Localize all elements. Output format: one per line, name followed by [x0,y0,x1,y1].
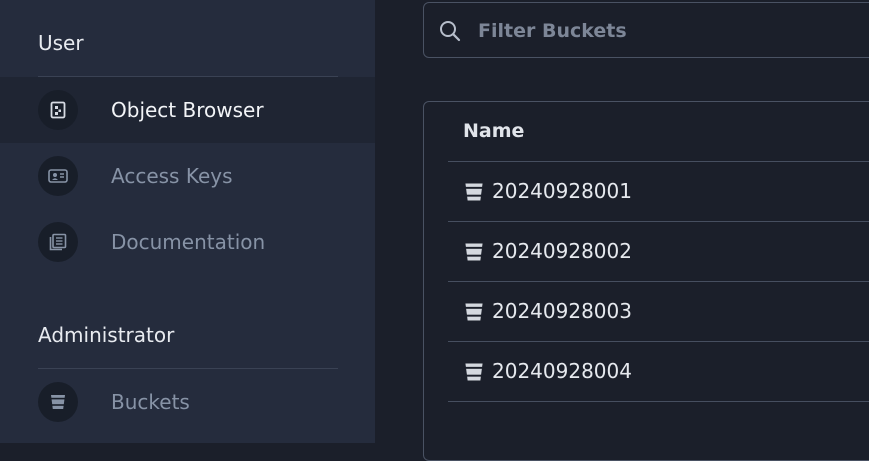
bucket-icon [463,241,485,267]
sidebar-item-label: Buckets [111,390,190,414]
sidebar-item-object-browser[interactable]: Object Browser [0,77,375,143]
object-browser-icon [38,90,78,130]
bucket-icon [463,361,485,387]
table-row[interactable]: 20240928003 [448,282,869,342]
sidebar: User Object Browser Access Keys Document… [0,0,375,443]
search-input[interactable] [476,3,860,59]
bucket-name: 20240928001 [492,179,632,203]
sidebar-item-label: Object Browser [111,98,264,122]
sidebar-item-documentation[interactable]: Documentation [0,209,375,275]
buckets-table: Name 20240928001 20240928002 20240928003… [423,101,869,461]
name-column-header[interactable]: Name [463,120,524,142]
user-section-title: User [38,31,84,55]
table-row[interactable]: 20240928002 [448,222,869,282]
bucket-icon [38,382,78,422]
main-content: Name 20240928001 20240928002 [375,0,869,461]
bucket-name: 20240928002 [492,239,632,263]
sidebar-item-buckets[interactable]: Buckets [0,369,375,435]
search-icon [438,19,462,47]
bucket-name: 20240928004 [492,359,632,383]
table-row[interactable]: 20240928001 [448,162,869,222]
search-box[interactable] [423,2,869,59]
divider [448,401,869,402]
bucket-icon [463,301,485,327]
bucket-icon [463,181,485,207]
documentation-icon [38,222,78,262]
sidebar-item-access-keys[interactable]: Access Keys [0,143,375,209]
admin-section-title: Administrator [38,323,175,347]
sidebar-item-label: Documentation [111,230,266,254]
access-keys-icon [38,156,78,196]
sidebar-item-label: Access Keys [111,164,233,188]
bucket-name: 20240928003 [492,299,632,323]
table-row[interactable]: 20240928004 [448,342,869,402]
